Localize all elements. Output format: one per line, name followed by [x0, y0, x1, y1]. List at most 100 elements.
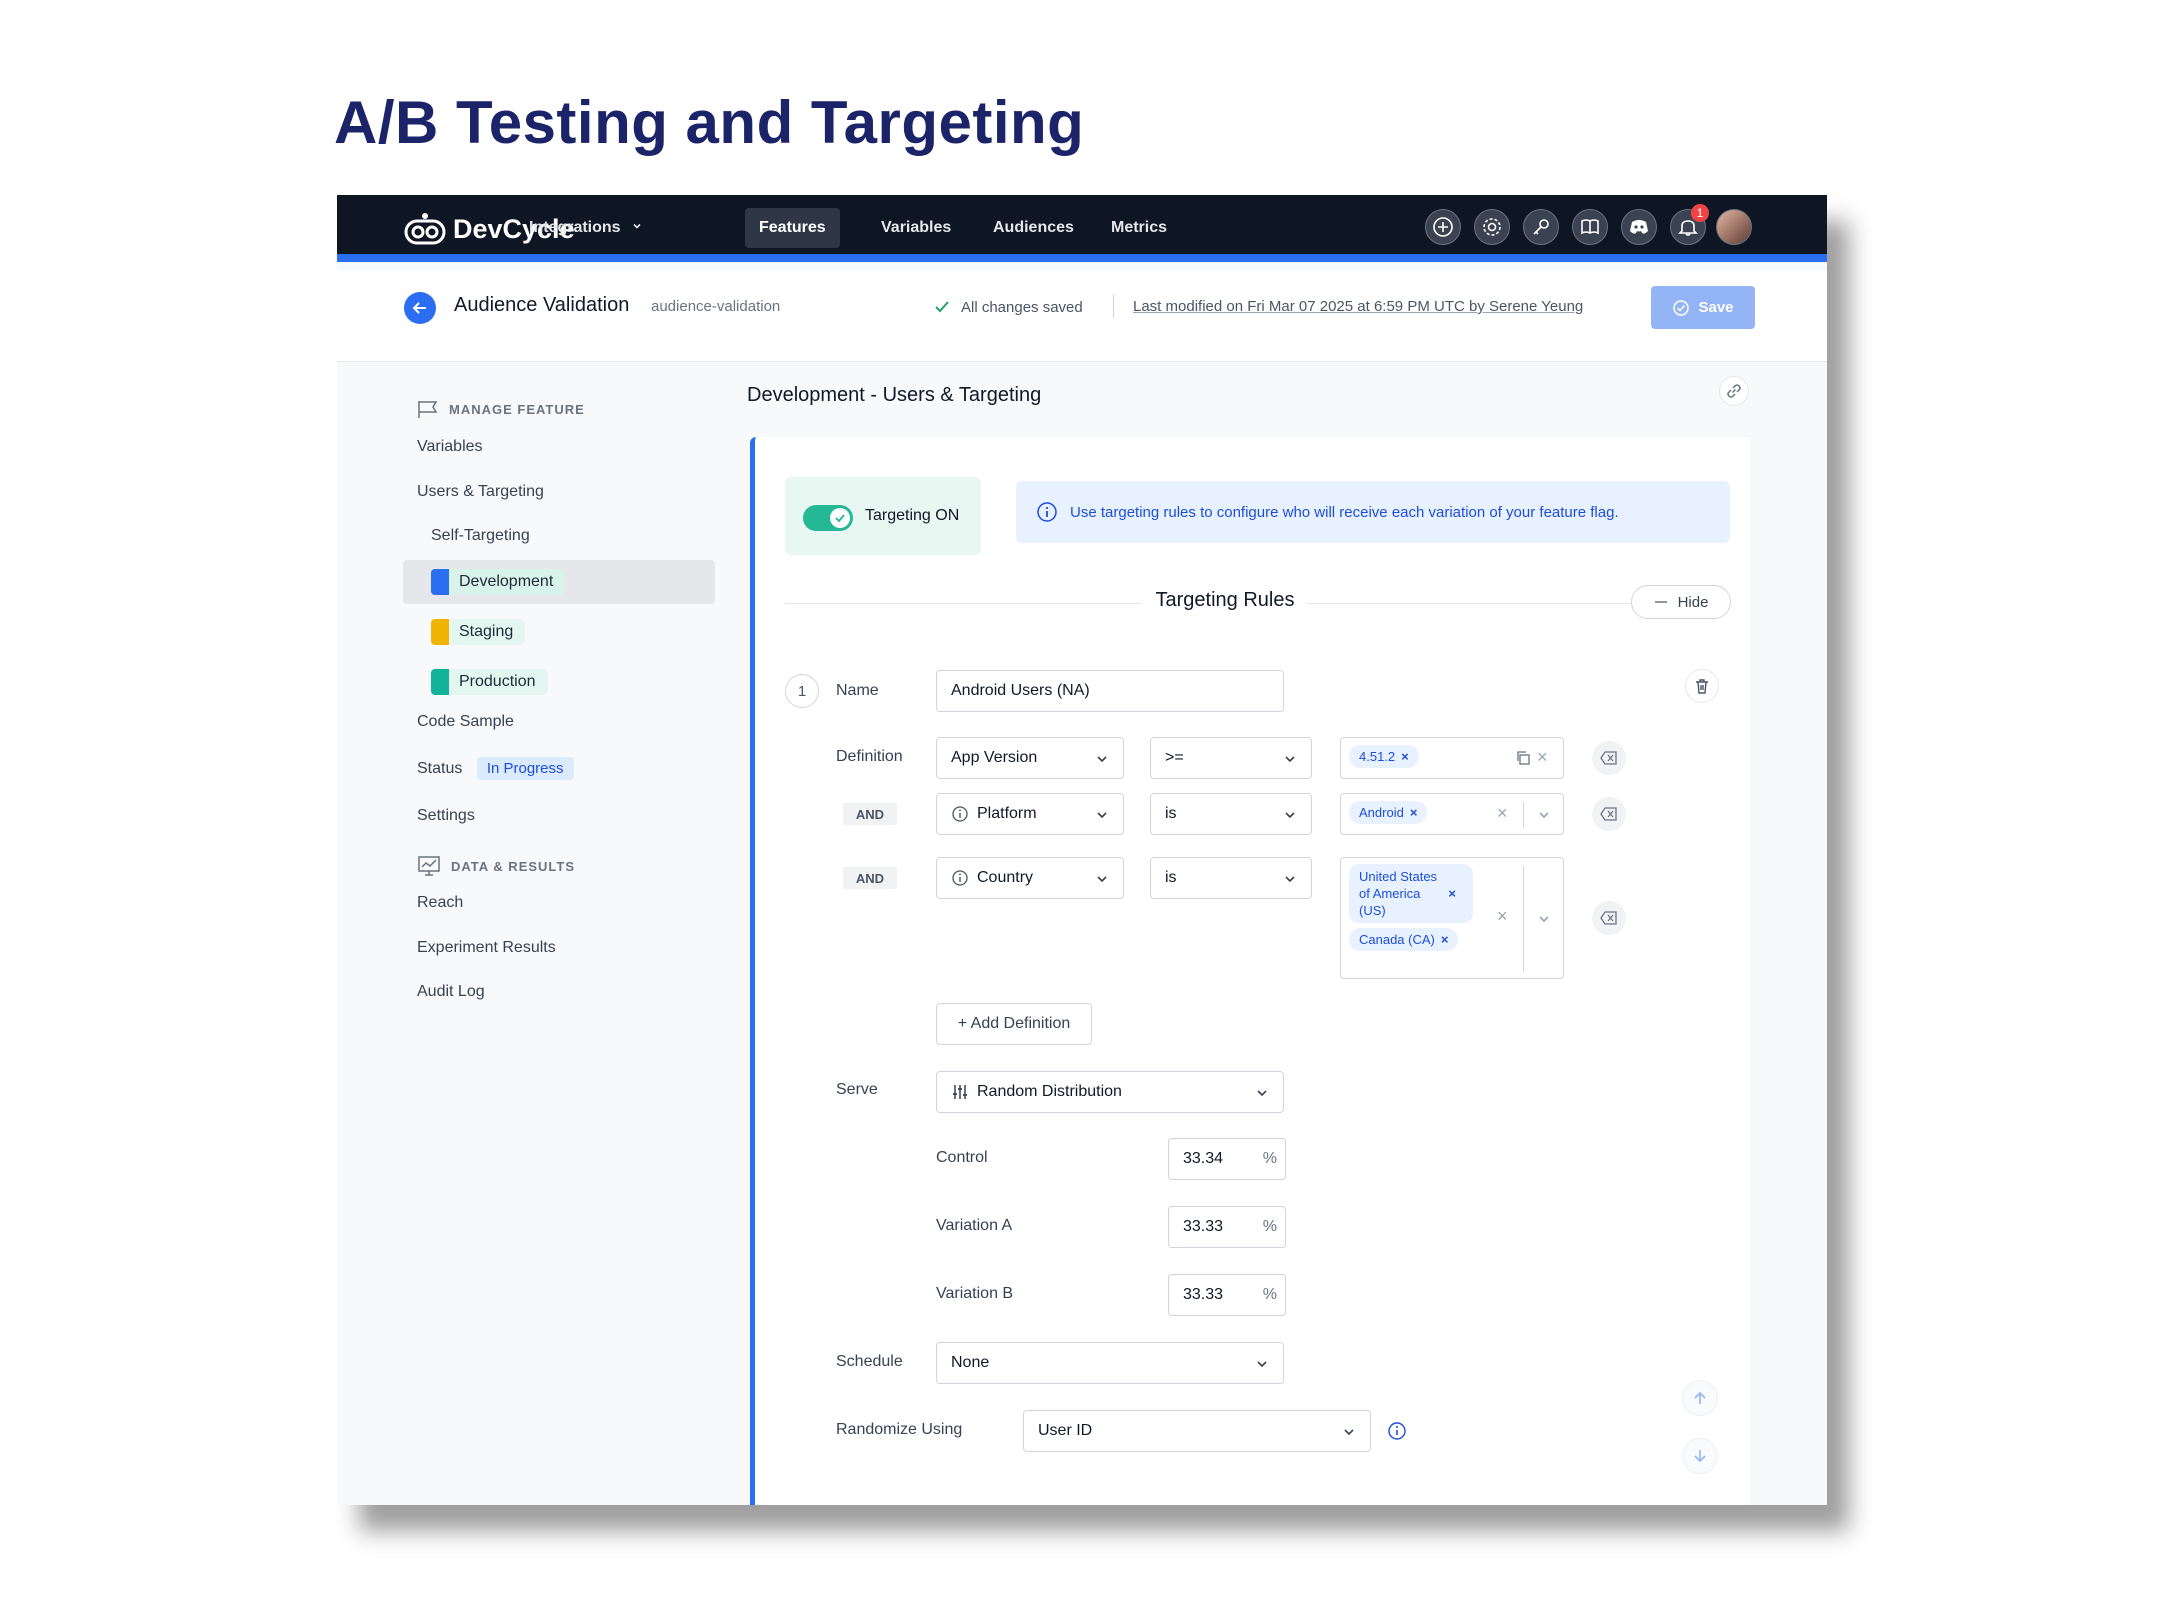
chevron-down-icon: [1097, 756, 1107, 763]
nav-integrations-label: Integrations: [529, 219, 621, 236]
book-icon[interactable]: [1572, 209, 1608, 245]
values-select[interactable]: United States of America × (US) Canada (C…: [1340, 857, 1564, 979]
info-icon: [952, 870, 968, 886]
operator-select[interactable]: is: [1150, 793, 1312, 835]
save-button-label: Save: [1698, 299, 1734, 316]
nav-integrations[interactable]: Integrations: [515, 208, 657, 248]
property-select[interactable]: App Version: [936, 737, 1124, 779]
clear-icon[interactable]: ×: [1497, 906, 1508, 927]
values-select[interactable]: Android × ×: [1340, 793, 1564, 835]
move-up-icon[interactable]: [1682, 1380, 1718, 1416]
check-icon: [835, 514, 845, 523]
property-select[interactable]: Platform: [936, 793, 1124, 835]
hide-button[interactable]: Hide: [1631, 585, 1731, 619]
last-modified-link[interactable]: Last modified on Fri Mar 07 2025 at 6:59…: [1133, 298, 1583, 315]
sidebar-item-users-targeting[interactable]: Users & Targeting: [417, 483, 544, 501]
remove-chip-icon[interactable]: ×: [1441, 932, 1449, 947]
check-circle-icon: [1673, 299, 1690, 316]
nav-variables[interactable]: Variables: [867, 208, 965, 248]
schedule-select[interactable]: None: [936, 1342, 1284, 1384]
remove-definition-icon[interactable]: [1592, 741, 1626, 775]
sidebar-item-audit-log[interactable]: Audit Log: [417, 983, 485, 1001]
serve-select-value: Random Distribution: [977, 1083, 1122, 1100]
trash-icon[interactable]: [1685, 669, 1719, 703]
chevron-down-icon[interactable]: [1537, 912, 1551, 926]
randomize-select[interactable]: User ID: [1023, 1410, 1371, 1452]
sidebar-item-code-sample[interactable]: Code Sample: [417, 713, 514, 731]
property-select-value: Country: [977, 869, 1034, 886]
add-definition-button[interactable]: + Add Definition: [936, 1003, 1092, 1045]
remove-chip-icon[interactable]: ×: [1410, 805, 1418, 820]
serve-label: Serve: [836, 1081, 878, 1098]
avatar[interactable]: [1716, 209, 1752, 245]
discord-icon[interactable]: [1621, 209, 1657, 245]
app-window: DevCycle Integrations Features Variables…: [337, 195, 1827, 1505]
rules-title: Targeting Rules: [755, 589, 1695, 612]
flag-icon: [418, 401, 438, 418]
link-icon[interactable]: [1719, 376, 1749, 406]
remove-definition-icon[interactable]: [1592, 901, 1626, 935]
nav-metrics[interactable]: Metrics: [1097, 208, 1181, 248]
check-icon: [935, 301, 949, 313]
sidebar-item-settings[interactable]: Settings: [417, 807, 475, 825]
select-separator: [1523, 802, 1524, 828]
back-button[interactable]: [404, 292, 436, 324]
nav-audiences[interactable]: Audiences: [979, 208, 1088, 248]
sidebar-item-status[interactable]: Status In Progress: [417, 757, 574, 780]
operator-select-value: >=: [1165, 749, 1184, 766]
page-title: Development - Users & Targeting: [747, 384, 1042, 406]
operator-select[interactable]: is: [1150, 857, 1312, 899]
chevron-down-icon: [1344, 1429, 1354, 1436]
env-color-bar: [431, 669, 449, 695]
value-chip[interactable]: United States of America × (US): [1349, 864, 1473, 923]
chip-text-line: of America ×: [1359, 885, 1463, 902]
variation-name: Control: [936, 1149, 988, 1166]
operator-select-value: is: [1165, 805, 1177, 822]
sidebar-item-experiment-results[interactable]: Experiment Results: [417, 939, 556, 957]
sidebar-item-self-targeting[interactable]: Self-Targeting: [431, 527, 530, 545]
remove-definition-icon[interactable]: [1592, 797, 1626, 831]
move-down-icon[interactable]: [1682, 1438, 1718, 1474]
key-icon[interactable]: [1523, 209, 1559, 245]
remove-chip-icon[interactable]: ×: [1448, 886, 1456, 901]
values-input[interactable]: 4.51.2 × ×: [1340, 737, 1564, 779]
copy-icon[interactable]: [1515, 750, 1531, 766]
targeting-panel: Targeting ON Use targeting rules to conf…: [750, 437, 1750, 1505]
chevron-down-icon: [1257, 1361, 1267, 1368]
variation-percent-input[interactable]: 33.33 %: [1168, 1206, 1286, 1248]
rules-title-text: Targeting Rules: [1141, 589, 1309, 611]
chevron-down-icon[interactable]: [1537, 808, 1551, 822]
add-icon[interactable]: [1425, 209, 1461, 245]
rule-name-input[interactable]: Android Users (NA): [936, 670, 1284, 712]
value-chip[interactable]: Android ×: [1349, 801, 1428, 824]
bell-icon[interactable]: 1: [1670, 204, 1709, 245]
operator-select[interactable]: >=: [1150, 737, 1312, 779]
variation-percent-input[interactable]: 33.33 %: [1168, 1274, 1286, 1316]
serve-select[interactable]: Random Distribution: [936, 1071, 1284, 1113]
devcycle-logo-icon: [404, 213, 446, 245]
feature-header: Audience Validation audience-validation …: [337, 270, 1827, 362]
sidebar-env-production[interactable]: Production: [403, 660, 715, 704]
gear-icon[interactable]: [1474, 209, 1510, 245]
info-icon[interactable]: [1387, 1421, 1407, 1441]
env-chip: Development: [431, 569, 566, 595]
clear-icon[interactable]: ×: [1537, 747, 1548, 768]
targeting-toggle[interactable]: [803, 505, 853, 531]
chevron-down-icon: [1285, 876, 1295, 883]
sidebar-item-reach[interactable]: Reach: [417, 894, 463, 912]
top-nav: DevCycle Integrations Features Variables…: [337, 195, 1827, 262]
sidebar-env-staging[interactable]: Staging: [403, 610, 715, 654]
clear-icon[interactable]: ×: [1497, 803, 1508, 824]
value-chip[interactable]: 4.51.2 ×: [1349, 745, 1419, 768]
value-chip[interactable]: Canada (CA) ×: [1349, 928, 1459, 951]
env-label: Production: [449, 669, 548, 695]
variation-percent-input[interactable]: 33.34 %: [1168, 1138, 1286, 1180]
toggle-knob: [830, 508, 850, 528]
property-select[interactable]: Country: [936, 857, 1124, 899]
sidebar-item-variables[interactable]: Variables: [417, 438, 483, 456]
save-button[interactable]: Save: [1651, 286, 1755, 329]
sidebar-env-development[interactable]: Development: [403, 560, 715, 604]
nav-features[interactable]: Features: [745, 208, 840, 248]
remove-chip-icon[interactable]: ×: [1401, 749, 1409, 764]
feature-name: Audience Validation: [454, 294, 630, 316]
